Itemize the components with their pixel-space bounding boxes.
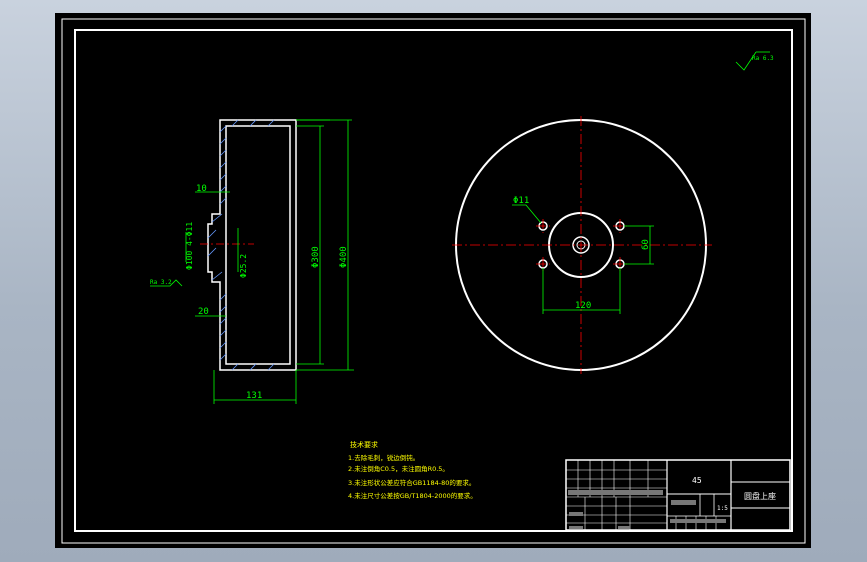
material-text: 45: [692, 476, 702, 485]
roughness-label: Ra 3.2: [150, 279, 172, 286]
part-outline: [207, 119, 297, 371]
note-line-2: 2.未注倒角C0.5，未注圆角R0.5。: [348, 464, 449, 473]
scale-text: 1:5: [717, 505, 728, 512]
inner-frame: [74, 29, 793, 532]
dim-phi400: Φ400: [339, 246, 349, 268]
notes-title: 技术要求: [350, 440, 378, 449]
part-name-text: 圆盘上座: [744, 491, 776, 501]
dim-60: 60: [641, 239, 651, 250]
dim-20: 20: [198, 307, 209, 317]
dim-hole: Φ100 4-Φ11: [185, 222, 194, 270]
dim-10: 10: [196, 184, 207, 194]
front-view: Φ11 120 60: [452, 116, 712, 374]
dim-phi25: Φ25.2: [239, 254, 248, 278]
side-dimension-lines: [150, 119, 354, 404]
note-line-4: 4.未注尺寸公差按GB/T1804-2000的要求。: [348, 491, 477, 500]
inner-wall: [225, 125, 291, 365]
dim-131: 131: [246, 391, 262, 401]
front-centerlines: [452, 116, 712, 374]
note-line-1: 1.去除毛刺，锐边倒钝。: [348, 453, 419, 462]
section-hatching: [207, 119, 275, 371]
technical-notes: 技术要求 1.去除毛刺，锐边倒钝。 2.未注倒角C0.5，未注圆角R0.5。 3…: [348, 440, 477, 500]
dim-phi300: Φ300: [311, 246, 321, 268]
dim-120: 120: [575, 301, 591, 311]
drawing-canvas: 10 20 131 Φ300 Φ400 Φ25.2 Φ100 4-Φ11 Ra …: [61, 18, 806, 544]
side-section-view: 10 20 131 Φ300 Φ400 Φ25.2 Φ100 4-Φ11 Ra …: [150, 119, 354, 404]
dim-phi11: Φ11: [513, 196, 529, 206]
note-line-3: 3.未注形状公差应符合GB1184-80的要求。: [348, 478, 475, 487]
general-roughness: Ra 6.3: [735, 51, 774, 71]
front-dimension-lines: [512, 204, 654, 314]
general-roughness-label: Ra 6.3: [752, 55, 774, 62]
